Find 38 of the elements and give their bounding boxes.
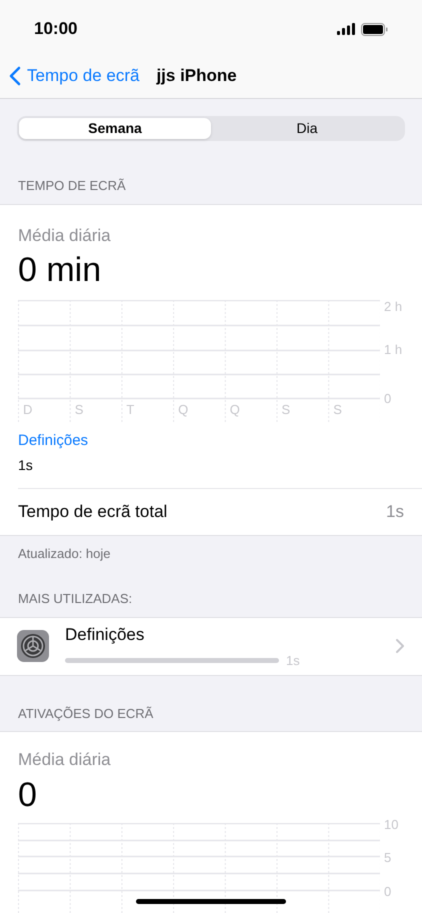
app-name: Definições xyxy=(65,624,146,646)
axis-label: 0 xyxy=(384,392,392,405)
gear-icon xyxy=(17,630,49,662)
day-label: Q xyxy=(178,403,188,416)
day-label: S xyxy=(333,403,342,416)
chevron-icon xyxy=(396,639,404,653)
app-link[interactable]: Definições xyxy=(18,430,422,452)
day-label: S xyxy=(74,403,84,416)
section-header: TEMPO DE ECRÃ xyxy=(17,177,127,195)
average-value: 0 xyxy=(18,774,38,814)
section-header: MAIS UTILIZADAS: xyxy=(17,590,134,608)
day-label: S xyxy=(282,403,290,416)
updated-note: Atualizado: hoje xyxy=(17,544,112,563)
usage-time: 1s xyxy=(286,652,300,670)
average-value: 0 min xyxy=(18,250,102,290)
axis-label: 5 xyxy=(384,850,392,864)
axis-label: 2 h xyxy=(384,300,402,313)
signal-icon xyxy=(337,23,355,35)
total-value: 1s xyxy=(386,500,404,523)
segment-tab[interactable]: Semana xyxy=(19,118,211,139)
app-time: 1s xyxy=(18,456,34,474)
page-title: jjs iPhone xyxy=(156,65,237,88)
day-label: D xyxy=(23,403,32,416)
battery-icon xyxy=(361,22,388,36)
axis-label: 10 xyxy=(384,818,398,830)
back-button[interactable]: Tempo de ecrã xyxy=(9,63,140,89)
day-label: T xyxy=(126,403,134,416)
segment-tab[interactable]: Dia xyxy=(211,118,403,139)
section-header: ATIVAÇÕES DO ECRÃ xyxy=(17,704,154,723)
total-label: Tempo de ecrã total xyxy=(18,500,168,523)
day-label: Q xyxy=(230,403,240,416)
app-row[interactable]: Definições 1s xyxy=(0,618,422,674)
status-time: 10:00 xyxy=(34,18,78,40)
back-chevron-icon xyxy=(9,66,21,86)
average-label: Média diária xyxy=(18,224,112,246)
axis-label: 1 h xyxy=(384,343,402,356)
average-label: Média diária xyxy=(18,749,112,771)
axis-label: 0 xyxy=(384,884,392,898)
